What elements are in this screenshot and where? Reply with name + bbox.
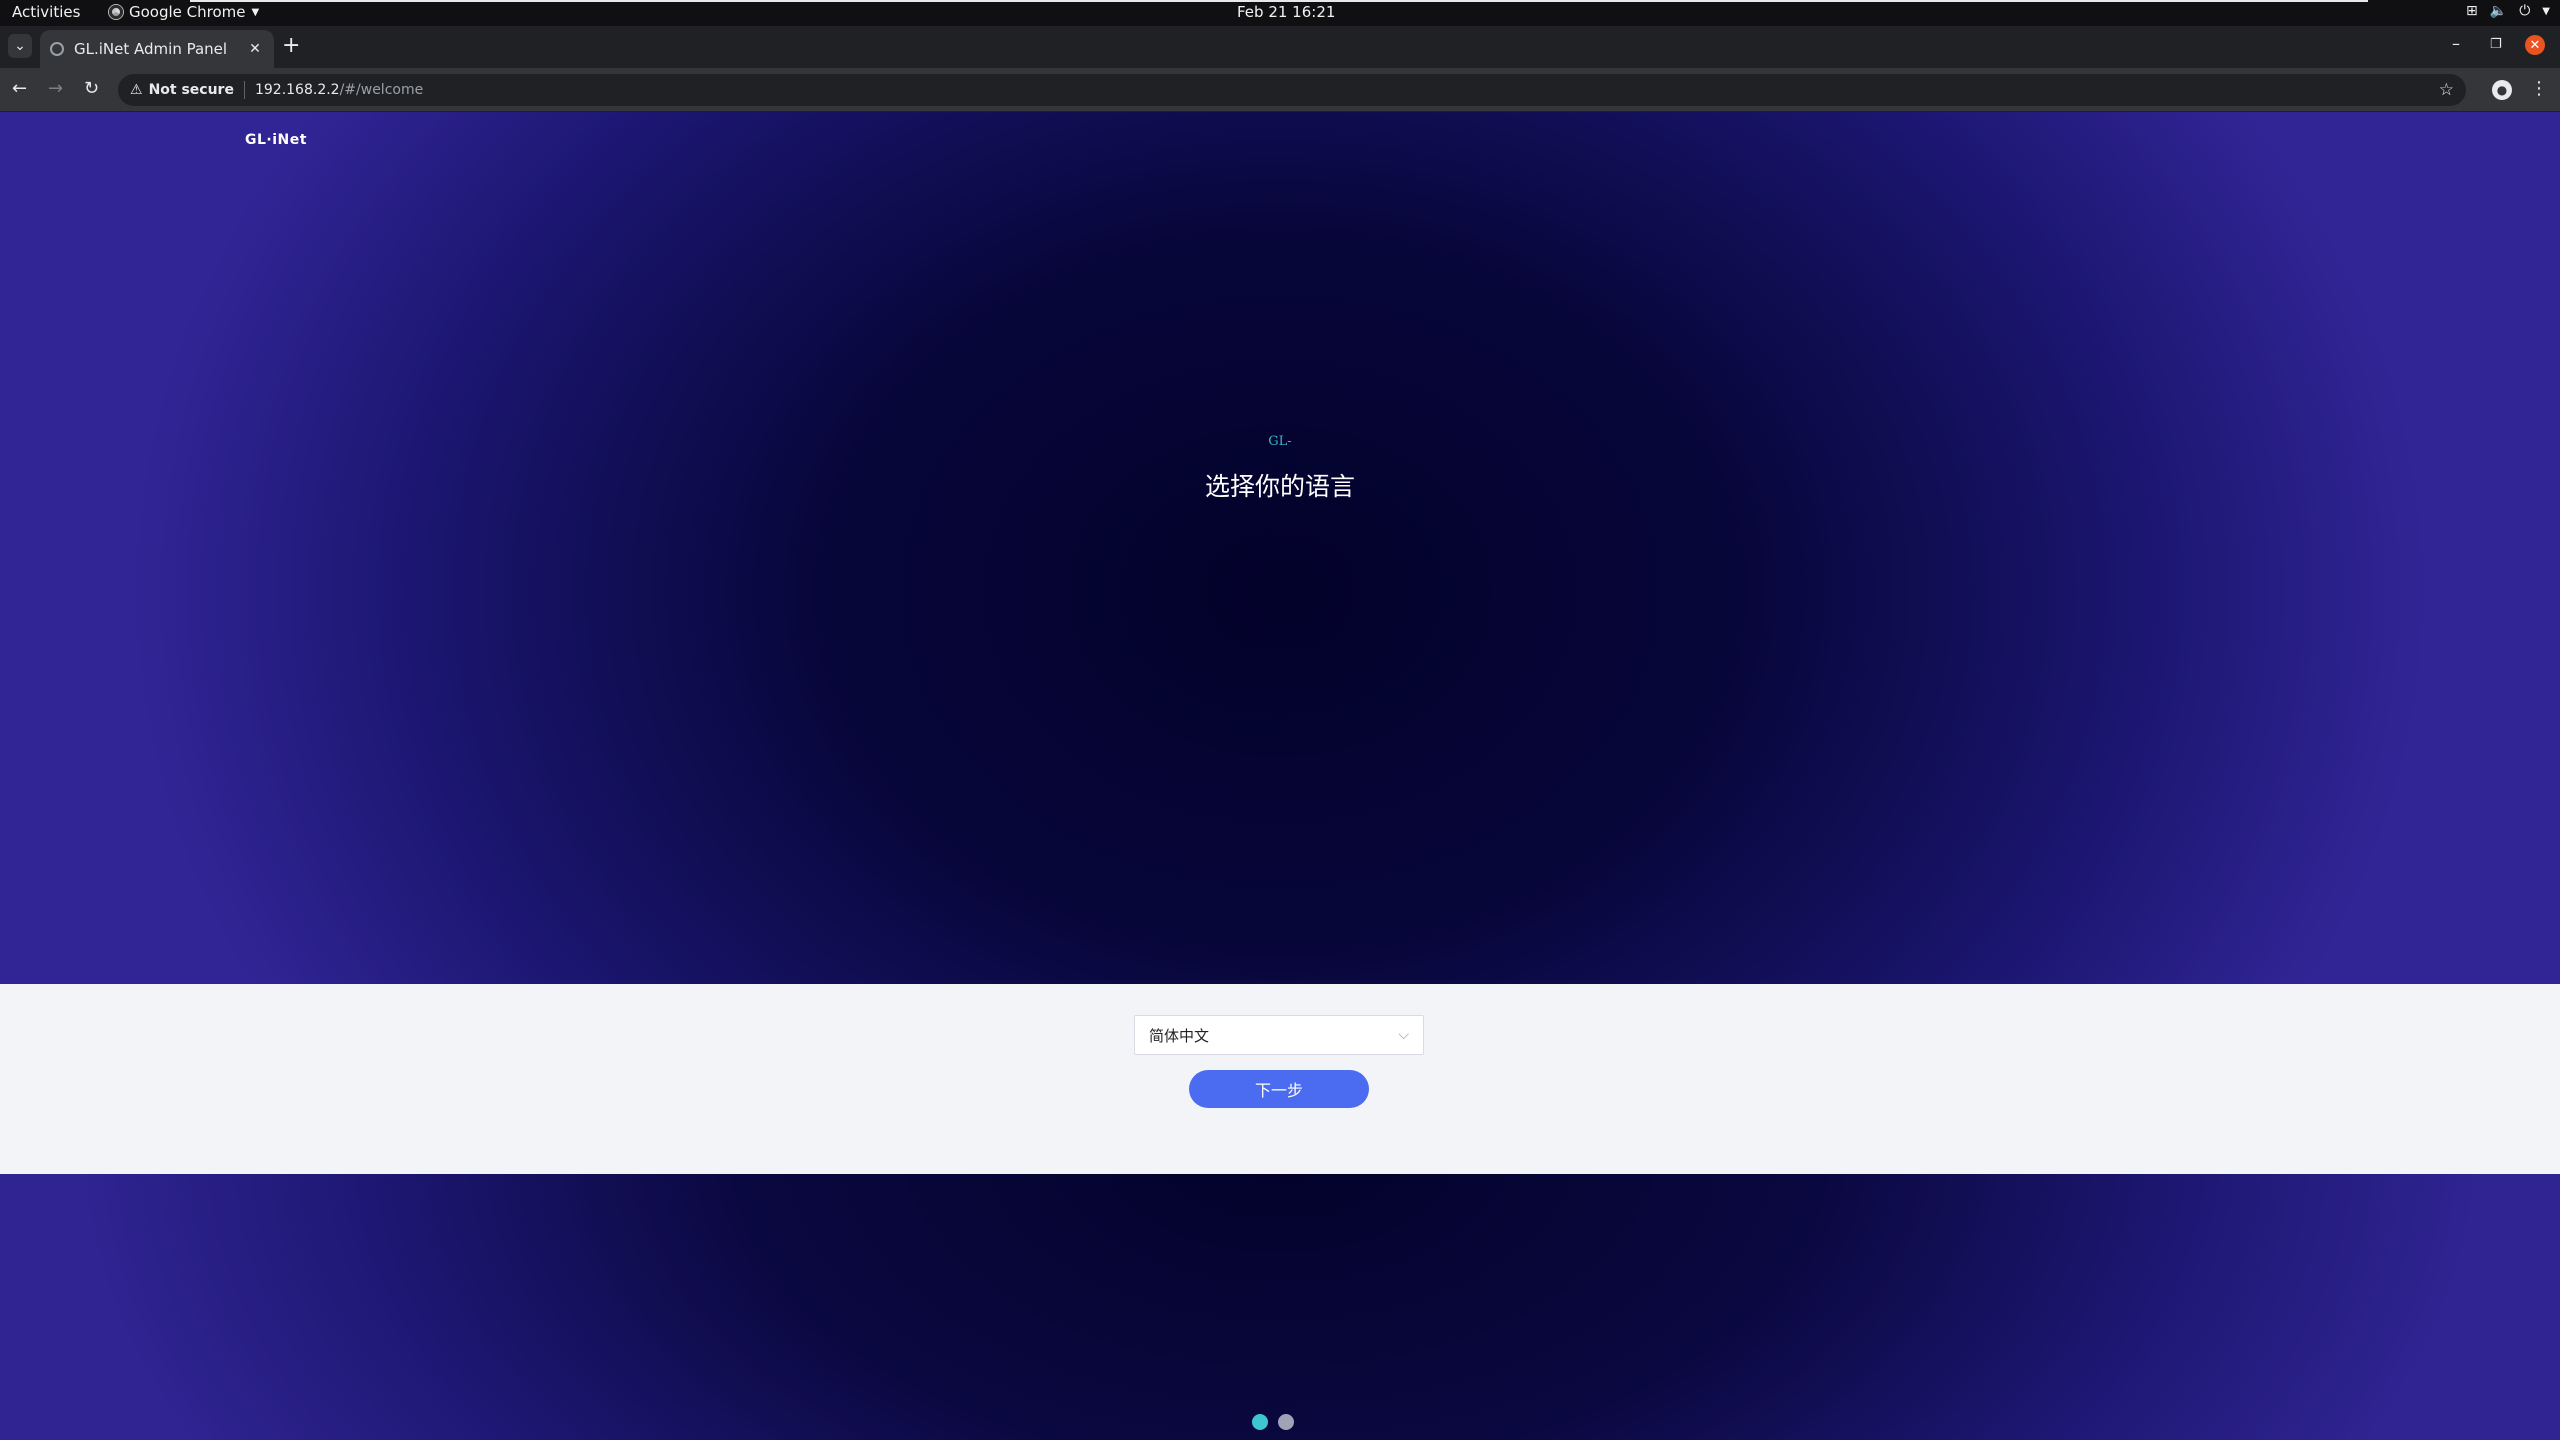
app-menu[interactable]: Google Chrome ▼ bbox=[109, 3, 259, 21]
minimize-button[interactable]: – bbox=[2452, 34, 2460, 53]
pagination-dots bbox=[1252, 1414, 1294, 1430]
volume-icon: 🔈 bbox=[2489, 3, 2508, 19]
chevron-down-icon: ⌵ bbox=[1398, 1027, 1409, 1043]
language-select-value: 简体中文 bbox=[1149, 1026, 1210, 1045]
activities-button[interactable]: Activities bbox=[12, 3, 80, 21]
forward-button[interactable]: → bbox=[48, 78, 63, 100]
divider bbox=[243, 81, 245, 99]
new-tab-button[interactable]: + bbox=[282, 34, 300, 58]
footer-section bbox=[0, 1174, 2560, 1440]
close-window-button[interactable]: ✕ bbox=[2525, 35, 2545, 55]
caret-down-icon: ▼ bbox=[251, 6, 260, 18]
system-tray[interactable]: ⊞ 🔈 ⏻ ▼ bbox=[2466, 3, 2550, 19]
warning-icon[interactable]: ⚠ bbox=[130, 82, 143, 98]
security-label[interactable]: Not secure bbox=[149, 82, 234, 98]
tab-strip: ⌄ GL.iNet Admin Panel ✕ + – ❐ ✕ bbox=[0, 26, 2560, 68]
app-menu-label: Google Chrome bbox=[129, 3, 246, 21]
loading-line bbox=[190, 0, 2368, 2]
page-viewport: GL·iNet GL- 选择你的语言 简体中文 ⌵ 下一步 bbox=[0, 112, 2560, 1440]
caret-down-icon: ▼ bbox=[2542, 5, 2550, 17]
globe-icon bbox=[50, 42, 64, 56]
next-button[interactable]: 下一步 bbox=[1189, 1070, 1369, 1108]
kebab-menu-icon[interactable]: ⋮ bbox=[2530, 78, 2548, 100]
back-button[interactable]: ← bbox=[12, 78, 27, 100]
hero-brand-mark: GL- bbox=[1268, 434, 1292, 449]
bookmark-star-icon[interactable]: ☆ bbox=[2439, 80, 2454, 100]
address-bar[interactable]: ⚠ Not secure 192.168.2.2/#/welcome ☆ bbox=[118, 74, 2466, 106]
language-select[interactable]: 简体中文 ⌵ bbox=[1134, 1015, 1424, 1055]
restore-button[interactable]: ❐ bbox=[2490, 37, 2502, 52]
language-panel: 简体中文 ⌵ 下一步 bbox=[0, 984, 2560, 1174]
gl-inet-logo: GL·iNet bbox=[245, 132, 307, 148]
system-top-bar: Activities Google Chrome ▼ Feb 21 16:21 … bbox=[0, 0, 2560, 26]
browser-toolbar: ← → ↻ ⚠ Not secure 192.168.2.2/#/welcome… bbox=[0, 68, 2560, 112]
close-tab-icon[interactable]: ✕ bbox=[244, 41, 266, 57]
power-icon: ⏻ bbox=[2519, 3, 2531, 19]
tab-title: GL.iNet Admin Panel bbox=[74, 40, 228, 58]
pagination-dot-1[interactable] bbox=[1252, 1414, 1268, 1430]
tab-search-button[interactable]: ⌄ bbox=[8, 34, 32, 58]
url-path: /#/welcome bbox=[339, 82, 424, 98]
hero-section: GL·iNet GL- 选择你的语言 bbox=[0, 112, 2560, 984]
reload-button[interactable]: ↻ bbox=[84, 78, 99, 100]
profile-icon[interactable]: ● bbox=[2492, 80, 2512, 100]
page-title: 选择你的语言 bbox=[1204, 472, 1355, 501]
pagination-dot-2[interactable] bbox=[1278, 1414, 1294, 1430]
url-host: 192.168.2.2 bbox=[254, 82, 340, 98]
clock[interactable]: Feb 21 16:21 bbox=[1237, 3, 1335, 21]
browser-tab-active[interactable]: GL.iNet Admin Panel ✕ bbox=[40, 30, 274, 68]
chrome-icon bbox=[109, 5, 123, 19]
network-icon: ⊞ bbox=[2466, 3, 2478, 19]
